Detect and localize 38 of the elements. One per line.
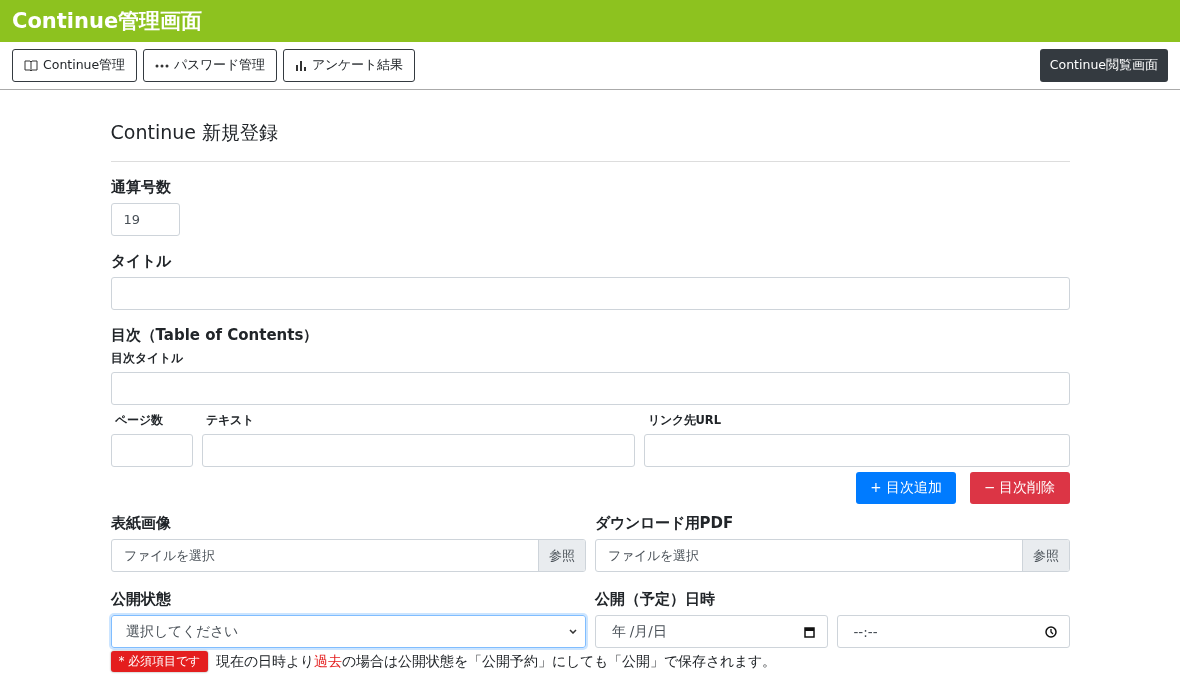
file-input[interactable]: ファイルを選択 参照 [110, 539, 586, 572]
column-label: リンク先URL [646, 413, 723, 428]
book-icon [24, 60, 38, 71]
toc-field[interactable] [643, 434, 1070, 467]
dots-icon [155, 63, 170, 68]
field-label: タイトル [110, 252, 172, 271]
form-heading: Continue 新規登録 [110, 120, 1070, 162]
nav-button[interactable]: パスワード管理 [143, 49, 278, 82]
nav-button[interactable]: Continue管理 [12, 49, 138, 82]
toc-title-field[interactable] [110, 372, 1070, 405]
toc-field[interactable] [201, 434, 635, 467]
field-label: 公開状態 [110, 590, 172, 609]
issue-number-field[interactable]: 19 [110, 203, 180, 236]
field-label: 公開（予定）日時 [594, 590, 716, 609]
field-label: 目次（Table of Contents） [110, 326, 320, 345]
field-label: ダウンロード用PDF [594, 514, 735, 533]
clock-icon [1044, 625, 1057, 638]
publish-note: 現在の日時より 過去の場合は公開状態を「公開予約」にしても「公開」で保存されます。 [216, 652, 777, 671]
bar-chart-icon [295, 60, 308, 71]
validation-tooltip: * 必須項目です [110, 651, 209, 672]
time-field[interactable]: --:-- [836, 615, 1070, 648]
calendar-icon [803, 625, 815, 638]
field-label: 表紙画像 [110, 514, 172, 533]
status-select[interactable]: 選択してください [110, 615, 586, 648]
column-label: ページ数 [113, 413, 164, 428]
toc-field[interactable] [110, 434, 193, 467]
remove-toc-button[interactable]: − 目次削除 [969, 472, 1070, 504]
title-field[interactable] [110, 277, 1070, 310]
add-toc-button[interactable]: + 目次追加 [856, 472, 956, 504]
chevron-down-icon [568, 629, 577, 634]
field-label: 通算号数 [110, 178, 172, 197]
nav-button[interactable]: アンケート結果 [283, 49, 416, 82]
view-site-button[interactable]: Continue閲覧画面 [1039, 49, 1168, 82]
file-input[interactable]: ファイルを選択 参照 [594, 539, 1070, 572]
column-label: テキスト [204, 413, 255, 428]
date-field[interactable]: 年 /月/日 [594, 615, 828, 648]
app-title: Continue管理画面 [12, 8, 203, 35]
field-label: 目次タイトル [110, 351, 184, 366]
